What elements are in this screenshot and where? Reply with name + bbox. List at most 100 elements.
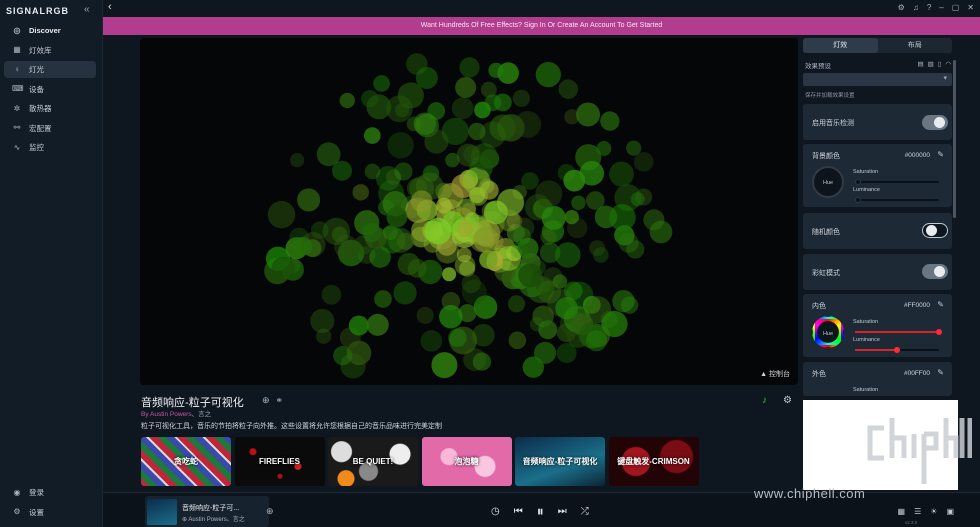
random-color-toggle[interactable] — [922, 223, 948, 238]
sidebar-item-label: 设备 — [29, 84, 44, 94]
sidebar-item-monitor[interactable]: ∿ 监控 — [4, 139, 96, 156]
effect-thumbnail[interactable]: 键盘触发-CRIMSON — [608, 437, 699, 486]
luminance-label: Luminance — [853, 337, 880, 343]
add-icon[interactable]: ⊕ — [266, 506, 274, 517]
pip-icon[interactable]: ▣ — [946, 507, 954, 516]
next-icon[interactable]: ⏭ — [558, 506, 567, 517]
add-icon[interactable]: ⊕ — [262, 395, 270, 406]
particle — [579, 160, 605, 186]
close-icon[interactable]: ✕ — [967, 3, 974, 12]
particle — [461, 202, 477, 218]
effect-thumbnail[interactable]: BE QUIET! — [328, 437, 418, 486]
inner-color-card: 内色 #FF0000 ✎ Hue Saturation Luminance — [803, 294, 952, 357]
particle — [293, 236, 313, 256]
particle-canvas — [264, 53, 673, 379]
particle — [352, 184, 369, 201]
tab-layout[interactable]: 布局 — [878, 38, 953, 53]
bg-hue-dial[interactable]: Hue — [812, 166, 844, 198]
signin-banner[interactable]: Want Hundreds Of Free Effects? Sign In O… — [103, 17, 980, 35]
preset-select[interactable]: ▾ — [803, 73, 952, 86]
particle — [436, 197, 452, 214]
particle — [633, 152, 654, 172]
inner-luminance-slider[interactable] — [855, 347, 939, 353]
sidebar-item-cooling[interactable]: ✲ 散热器 — [4, 100, 96, 117]
effect-thumbnail[interactable]: FIREFLIES — [234, 437, 325, 486]
bell-icon[interactable]: ♫ — [913, 3, 919, 12]
sidebar-item-macros[interactable]: ⚯ 宏配置 — [4, 120, 96, 137]
particle — [608, 204, 636, 231]
particle — [297, 188, 321, 212]
author-coauthor: 、言之 — [191, 411, 212, 418]
tab-effects[interactable]: 灯效 — [803, 38, 878, 53]
bg-color-hex[interactable]: #000000 — [905, 152, 930, 159]
collapse-sidebar-icon[interactable]: « — [84, 4, 90, 15]
music-detect-toggle[interactable] — [922, 115, 948, 130]
back-arrow-icon[interactable]: ‹ — [108, 1, 112, 13]
layout-grid-icon[interactable]: ▦ — [898, 507, 906, 516]
particle — [413, 112, 437, 135]
slider-knob[interactable] — [936, 329, 942, 335]
minimize-icon[interactable]: – — [939, 3, 943, 12]
particle — [507, 295, 526, 313]
bg-luminance-slider[interactable] — [855, 197, 939, 203]
particle — [600, 111, 620, 131]
keyboard-icon: ⌨ — [12, 84, 24, 93]
sidebar-item-settings[interactable]: ⚙ 设置 — [4, 504, 96, 521]
link-icon[interactable]: ⚭ — [276, 395, 284, 406]
timer-icon[interactable]: ◷ — [491, 506, 500, 517]
author-name[interactable]: By Austin Powers — [141, 411, 192, 418]
save-preset-icon[interactable]: ▤ — [917, 60, 923, 68]
compass-icon: ◎ — [13, 25, 21, 35]
microphone-icon[interactable]: ♪ — [762, 395, 767, 406]
sidebar-item-discover[interactable]: ◎ Discover — [4, 22, 96, 39]
copy-preset-icon[interactable]: ▧ — [928, 60, 934, 68]
inner-saturation-slider[interactable] — [855, 329, 942, 335]
rainbow-card: 彩虹模式 — [803, 254, 952, 290]
effect-thumbnail[interactable]: 贪吃蛇 — [141, 437, 231, 486]
pencil-icon[interactable]: ✎ — [937, 300, 944, 309]
particle — [321, 284, 342, 305]
slider-knob[interactable] — [855, 197, 861, 203]
delete-preset-icon[interactable]: ▯ — [938, 60, 942, 68]
bg-saturation-slider[interactable] — [855, 179, 939, 185]
inner-hue-dial[interactable]: Hue — [812, 316, 844, 348]
sidebar-item-devices[interactable]: ⌨ 设备 — [4, 81, 96, 98]
effect-settings-panel: 灯效 布局 效果预设 ▤ ▧ ▯ ◠ ▾ 保存并加载效果设置 启用音乐检测 背景… — [803, 38, 953, 396]
previous-icon[interactable]: ⏮ — [514, 506, 523, 517]
queue-icon[interactable]: ☰ — [914, 507, 921, 516]
maximize-icon[interactable]: ▢ — [952, 3, 960, 12]
particle — [585, 330, 608, 352]
bulb-icon: ♀ — [14, 64, 20, 74]
particle — [535, 180, 563, 208]
settings-gear-icon[interactable]: ⚙ — [898, 3, 905, 12]
sidebar-item-label: Discover — [29, 26, 61, 35]
shuffle-icon[interactable]: ⤮ — [581, 506, 589, 517]
sidebar-item-login[interactable]: ◉ 登录 — [4, 484, 96, 501]
particle — [366, 313, 389, 336]
inner-color-hex[interactable]: #FF0000 — [904, 302, 930, 309]
particle — [267, 200, 296, 229]
rainbow-toggle[interactable] — [922, 264, 948, 279]
effect-thumbnail[interactable]: 泡泡糖 — [421, 437, 512, 486]
pause-icon[interactable]: ⏸ — [537, 503, 544, 520]
pencil-icon[interactable]: ✎ — [937, 368, 944, 377]
console-button[interactable]: ▲ 控制台 — [760, 369, 790, 379]
particle — [289, 153, 305, 168]
sidebar-item-library[interactable]: ▦ 灯效库 — [4, 42, 96, 59]
particle — [386, 206, 408, 228]
sidebar-item-lighting[interactable]: ♀ 灯光 — [4, 61, 96, 78]
pencil-icon[interactable]: ✎ — [937, 150, 944, 159]
help-icon[interactable]: ? — [927, 3, 931, 12]
panel-scrollbar[interactable] — [953, 60, 956, 218]
slider-knob[interactable] — [855, 179, 861, 185]
outer-color-hex[interactable]: #00FF00 — [904, 370, 930, 377]
effect-settings-gear-icon[interactable]: ⚙ — [783, 395, 792, 406]
slider-knob[interactable] — [894, 347, 900, 353]
headphones-icon[interactable]: ◠ — [945, 60, 951, 68]
particle — [316, 328, 332, 344]
particle — [643, 209, 665, 231]
effect-thumbnail[interactable]: 音频响应-粒子可视化 — [515, 437, 605, 486]
brightness-icon[interactable]: ☀ — [930, 507, 937, 516]
chiphell-watermark-logo — [867, 418, 972, 484]
chevron-down-icon: ▾ — [943, 75, 947, 82]
